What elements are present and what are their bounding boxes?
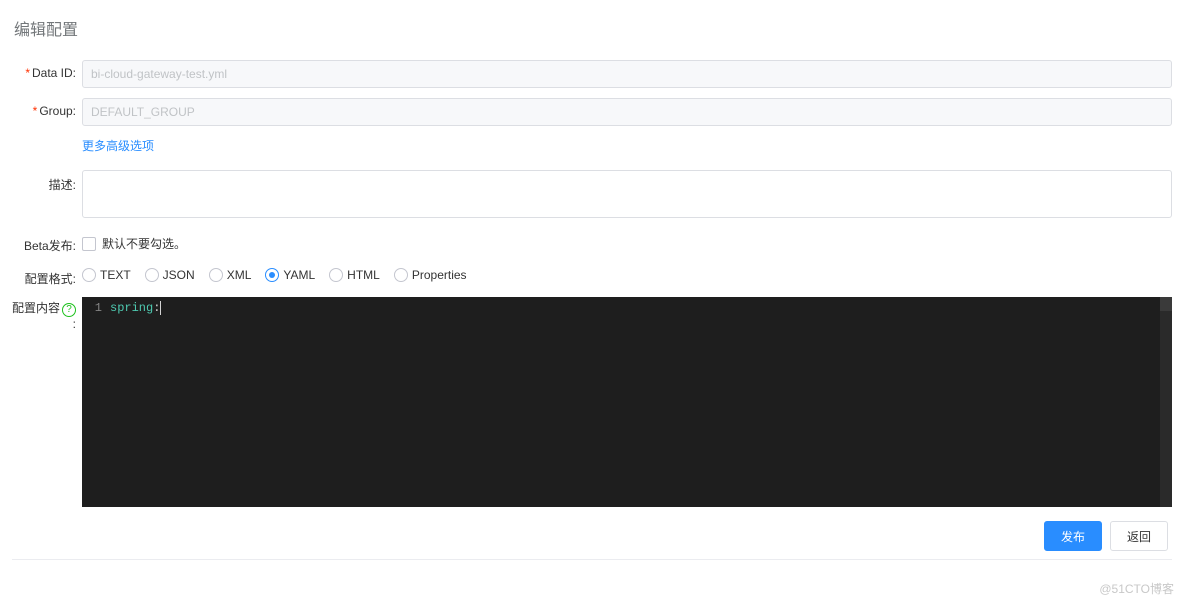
format-radio-html[interactable]: HTML (329, 268, 380, 282)
format-radio-group: TEXT JSON XML YAML HTML Properties (82, 264, 1172, 282)
editor-gutter: 1 (82, 297, 106, 507)
format-radio-xml[interactable]: XML (209, 268, 252, 282)
group-input (82, 98, 1172, 126)
beta-checkbox[interactable]: 默认不要勾选。 (82, 231, 1172, 252)
radio-label: TEXT (100, 268, 131, 282)
cursor-icon (160, 301, 161, 315)
page-title: 编辑配置 (12, 16, 1172, 40)
desc-textarea[interactable] (82, 170, 1172, 218)
code-editor[interactable]: 1 spring: (82, 297, 1172, 507)
checkbox-icon (82, 237, 96, 251)
radio-label: JSON (163, 268, 195, 282)
radio-icon (329, 268, 343, 282)
radio-icon (265, 268, 279, 282)
beta-label: Beta发布: (12, 231, 82, 254)
radio-icon (209, 268, 223, 282)
radio-label: YAML (283, 268, 315, 282)
watermark: @51CTO博客 (0, 576, 1184, 601)
group-label: *Group: (12, 98, 82, 118)
desc-label: 描述: (12, 170, 82, 193)
content-label: 配置内容?: (12, 297, 82, 331)
back-button[interactable]: 返回 (1110, 521, 1168, 551)
data-id-input (82, 60, 1172, 88)
format-radio-properties[interactable]: Properties (394, 268, 467, 282)
format-radio-json[interactable]: JSON (145, 268, 195, 282)
publish-button[interactable]: 发布 (1044, 521, 1102, 551)
radio-icon (82, 268, 96, 282)
radio-label: XML (227, 268, 252, 282)
help-icon[interactable]: ? (62, 303, 76, 317)
format-radio-text[interactable]: TEXT (82, 268, 131, 282)
radio-label: HTML (347, 268, 380, 282)
radio-icon (394, 268, 408, 282)
format-label: 配置格式: (12, 264, 82, 287)
radio-label: Properties (412, 268, 467, 282)
format-radio-yaml[interactable]: YAML (265, 268, 315, 282)
editor-scrollbar[interactable] (1160, 297, 1172, 507)
beta-check-label: 默认不要勾选。 (102, 235, 186, 252)
editor-code-area[interactable]: spring: (106, 297, 1172, 507)
advanced-options-link[interactable]: 更多高级选项 (82, 139, 154, 153)
data-id-label: *Data ID: (12, 60, 82, 80)
radio-icon (145, 268, 159, 282)
